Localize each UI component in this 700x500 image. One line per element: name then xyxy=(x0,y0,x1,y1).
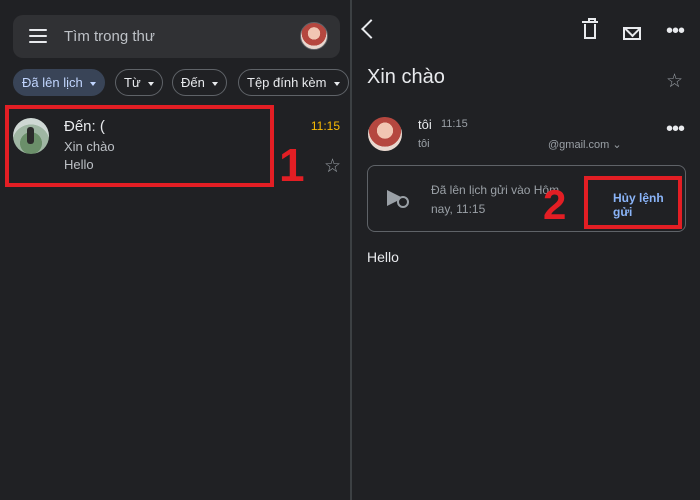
chevron-down-icon xyxy=(333,81,340,86)
scheduled-send-icon xyxy=(387,190,409,208)
chip-label: Đến xyxy=(181,75,205,90)
chevron-down-icon xyxy=(211,81,218,86)
chip-label: Đã lên lịch xyxy=(22,75,83,90)
trash-icon[interactable] xyxy=(582,18,598,39)
star-icon[interactable]: ☆ xyxy=(324,155,341,178)
menu-icon[interactable] xyxy=(29,29,47,43)
page-title: Xin chào xyxy=(367,66,445,88)
sender-time: 11:15 xyxy=(441,118,468,130)
highlight-box-2 xyxy=(584,176,682,229)
mail-time: 11:15 xyxy=(310,119,340,133)
inbox-pane: Tìm trong thư Đã lên lịch Từ Đến Tệp đín… xyxy=(0,0,350,500)
chip-to[interactable]: Đến xyxy=(172,69,227,96)
back-arrow-icon[interactable] xyxy=(361,19,381,39)
recipient-email[interactable]: @gmail.com ⌄ xyxy=(548,138,622,151)
star-icon[interactable]: ☆ xyxy=(666,70,683,93)
chip-label: Từ xyxy=(124,75,141,90)
message-body: Hello xyxy=(367,249,399,265)
chevron-down-icon xyxy=(89,81,96,86)
search-input[interactable]: Tìm trong thư xyxy=(64,28,155,45)
more-options-icon[interactable]: ••• xyxy=(666,20,685,43)
message-pane: ••• Xin chào ☆ tôi 11:15 tôi @gmail.com … xyxy=(352,0,700,500)
search-bar[interactable]: Tìm trong thư xyxy=(13,15,340,58)
avatar[interactable] xyxy=(368,117,402,151)
chevron-down-icon xyxy=(147,81,154,86)
chip-label: Tệp đính kèm xyxy=(247,75,327,90)
chip-attachment[interactable]: Tệp đính kèm xyxy=(238,69,349,96)
account-avatar[interactable] xyxy=(300,22,328,50)
chip-from[interactable]: Từ xyxy=(115,69,163,96)
recipient: tôi xyxy=(418,138,430,150)
step-marker-1: 1 xyxy=(279,139,305,191)
step-marker-2: 2 xyxy=(543,181,567,228)
mark-unread-icon[interactable] xyxy=(623,27,641,40)
sender-name: tôi xyxy=(418,117,432,132)
message-options-icon[interactable]: ••• xyxy=(666,118,685,141)
highlight-box-1 xyxy=(5,105,274,187)
chip-scheduled[interactable]: Đã lên lịch xyxy=(13,69,105,96)
